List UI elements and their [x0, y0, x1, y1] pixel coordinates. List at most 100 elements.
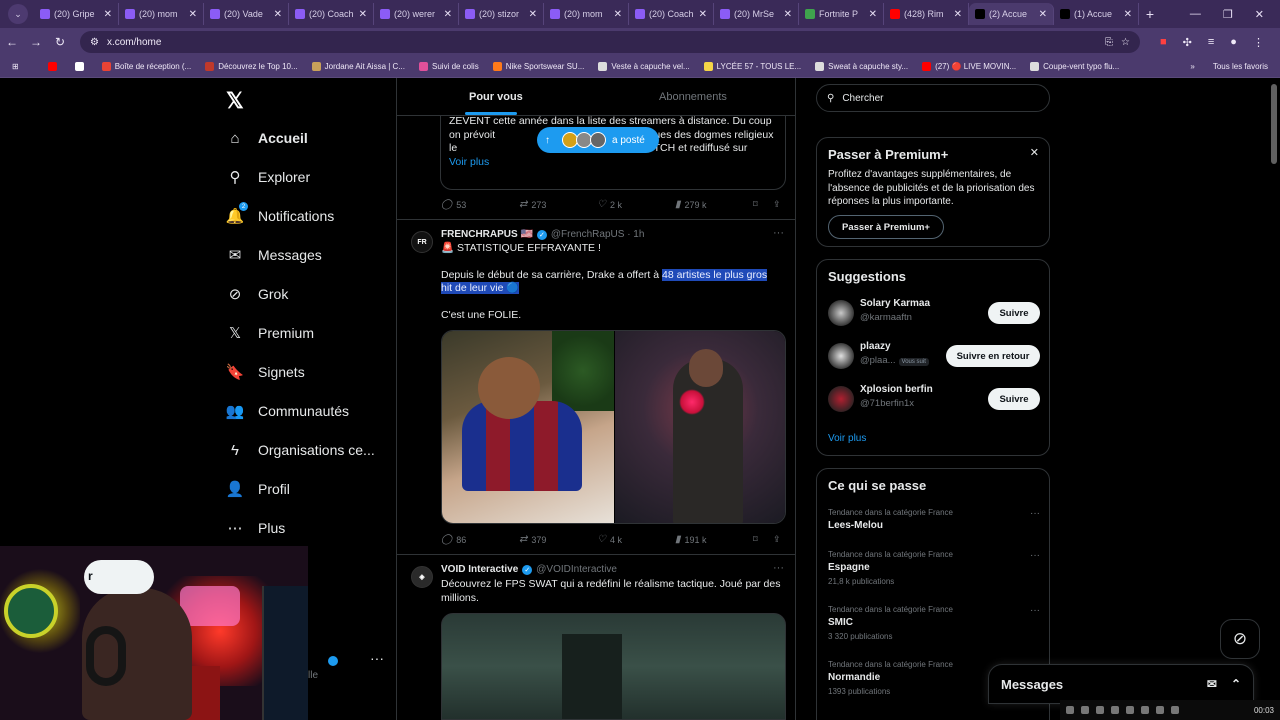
search-box[interactable]: ⚲ Chercher	[816, 84, 1050, 112]
tab-for-you[interactable]: Pour vous	[469, 91, 523, 103]
bookmark-item[interactable]: LYCÉE 57 - TOUS LE...	[699, 62, 806, 71]
browser-tab[interactable]: (20) Coach ✕	[289, 3, 374, 25]
tweet[interactable]: FR FRENCHRAPUS 🇺🇸 ✓ @FrenchRapUS · 1h ··…	[397, 219, 795, 553]
scrollbar[interactable]	[1271, 84, 1277, 164]
x-logo-icon[interactable]: 𝕏	[226, 88, 244, 114]
suggestion-name[interactable]: plaazy	[860, 341, 891, 352]
more-options-icon[interactable]: ···	[773, 227, 784, 239]
author-name[interactable]: FRENCHRAPUS 🇺🇸	[441, 229, 533, 240]
tray-icon[interactable]	[1171, 706, 1179, 714]
grok-fab-icon[interactable]: ⊘	[1220, 619, 1260, 659]
back-arrow-icon[interactable]: ←	[0, 35, 24, 49]
bookmark-item[interactable]: Suivi de colis	[414, 62, 484, 71]
post-button[interactable]: r	[84, 560, 154, 594]
more-options-icon[interactable]: ···	[1030, 605, 1040, 616]
browser-tab[interactable]: (1) Accue ✕	[1054, 3, 1139, 25]
extension-red-icon[interactable]: ■	[1160, 36, 1167, 49]
browser-tab[interactable]: (20) stizor ✕	[459, 3, 544, 25]
close-tab-icon[interactable]: ✕	[529, 9, 537, 20]
tray-icon[interactable]	[1081, 706, 1089, 714]
minimize-button[interactable]: —	[1190, 8, 1201, 21]
more-options-icon[interactable]: ···	[1030, 550, 1040, 561]
bookmark-item[interactable]: Coupe-vent typo flu...	[1025, 62, 1124, 71]
bookmark-icon[interactable]: ⌑	[753, 534, 758, 545]
bookmark-item[interactable]: Nike Sportswear SU...	[488, 62, 590, 71]
reload-icon[interactable]: ↻	[48, 35, 72, 49]
forward-arrow-icon[interactable]: →	[24, 35, 48, 49]
more-options-icon[interactable]: ···	[370, 650, 384, 666]
like-button[interactable]: ♡ 2 k	[597, 199, 622, 210]
menu-dots-icon[interactable]: ⋮	[1253, 36, 1264, 49]
author-name[interactable]: VOID Interactive	[441, 564, 518, 575]
premium-button[interactable]: Passer à Premium+	[828, 215, 944, 239]
nav-item-explorer[interactable]: ⚲ Explorer	[226, 168, 311, 186]
close-window-button[interactable]: ✕	[1255, 8, 1264, 21]
suggestion-row[interactable]: plaazy @plaa... Vous suit Suivre en retou…	[828, 341, 1040, 371]
url-text[interactable]: x.com/home	[107, 37, 1097, 48]
avatar[interactable]: ◈	[411, 566, 433, 588]
suggestion-row[interactable]: Xplosion berfin @71berfin1x Suivre	[828, 384, 1040, 414]
share-icon[interactable]: ⇪	[773, 534, 781, 545]
tray-icon[interactable]	[1141, 706, 1149, 714]
media-image-right[interactable]	[615, 331, 785, 523]
media-image-left[interactable]	[442, 331, 614, 523]
close-tab-icon[interactable]: ✕	[784, 9, 792, 20]
follow-button[interactable]: Suivre en retour	[946, 345, 1040, 367]
messages-drawer[interactable]: Messages ✉ ⌃	[988, 664, 1254, 704]
close-tab-icon[interactable]: ✕	[869, 9, 877, 20]
browser-tab[interactable]: (20) Vade ✕	[204, 3, 289, 25]
suggestion-name[interactable]: Solary Karmaa	[860, 298, 930, 309]
tab-following[interactable]: Abonnements	[659, 91, 727, 103]
nav-item-premium[interactable]: 𝕏 Premium	[226, 324, 314, 342]
close-tab-icon[interactable]: ✕	[104, 9, 112, 20]
close-tab-icon[interactable]: ✕	[699, 9, 707, 20]
tray-icon[interactable]	[1156, 706, 1164, 714]
bookmark-icon[interactable]: ⌑	[753, 199, 758, 210]
browser-tab[interactable]: (20) Gripe ✕	[34, 3, 119, 25]
reply-button[interactable]: ◯ 53	[441, 199, 466, 210]
close-tab-icon[interactable]: ✕	[189, 9, 197, 20]
install-app-icon[interactable]: ⎘	[1105, 37, 1113, 48]
apps-grid-icon[interactable]: ⊞	[12, 62, 19, 71]
see-more-link[interactable]: Voir plus	[828, 433, 866, 444]
tab-search-chevron-icon[interactable]: ⌄	[8, 4, 28, 24]
nav-item-accueil[interactable]: ⌂ Accueil	[226, 129, 307, 147]
expand-chevron-icon[interactable]: ⌃	[1231, 677, 1241, 691]
follow-button[interactable]: Suivre	[988, 302, 1040, 324]
extensions-icon[interactable]: ✣	[1183, 36, 1192, 49]
bookmark-item[interactable]: Sweat à capuche sty...	[810, 62, 913, 71]
nav-item-organisations-ce[interactable]: ϟ Organisations ce...	[226, 441, 375, 459]
restore-button[interactable]: ❐	[1223, 8, 1233, 21]
nav-item-messages[interactable]: ✉ Messages	[226, 246, 322, 264]
account-switcher[interactable]: ··· lle	[308, 636, 390, 720]
avatar[interactable]	[828, 300, 854, 326]
bookmark-item[interactable]	[70, 62, 93, 71]
new-message-icon[interactable]: ✉	[1207, 677, 1217, 691]
repost-button[interactable]: ⇄ 273	[519, 199, 546, 210]
media-icon[interactable]: ≡	[1208, 36, 1214, 49]
close-tab-icon[interactable]: ✕	[359, 9, 367, 20]
tweet-media-video[interactable]	[441, 613, 786, 720]
browser-tab[interactable]: (20) mom ✕	[119, 3, 204, 25]
author-handle[interactable]: @FrenchRapUS · 1h	[551, 229, 645, 240]
nav-item-signets[interactable]: 🔖 Signets	[226, 363, 305, 381]
more-options-icon[interactable]: ···	[773, 562, 784, 574]
bookmark-item[interactable]: (27) 🔴 LIVE MOVIN...	[917, 62, 1021, 71]
browser-tab[interactable]: (20) MrSe ✕	[714, 3, 799, 25]
new-posts-pill[interactable]: ↑ a posté	[537, 127, 659, 153]
browser-tab[interactable]: Fortnite P ✕	[799, 3, 884, 25]
close-tab-icon[interactable]: ✕	[1124, 9, 1132, 20]
profile-avatar-icon[interactable]: ●	[1230, 36, 1237, 49]
browser-tab[interactable]: (428) Rim ✕	[884, 3, 969, 25]
close-tab-icon[interactable]: ✕	[1039, 9, 1047, 20]
close-icon[interactable]: ✕	[1030, 146, 1039, 159]
avatar[interactable]: FR	[411, 231, 433, 253]
tweet-media[interactable]	[441, 330, 786, 524]
trend-item[interactable]: Tendance dans la catégorie France SMIC 3…	[828, 605, 1040, 641]
browser-tab[interactable]: (20) mom ✕	[544, 3, 629, 25]
bookmark-item[interactable]: Boîte de réception (...	[97, 62, 197, 71]
close-tab-icon[interactable]: ✕	[444, 9, 452, 20]
browser-tab[interactable]: (20) werer ✕	[374, 3, 459, 25]
nav-item-plus[interactable]: ⋯ Plus	[226, 519, 286, 537]
more-options-icon[interactable]: ···	[1030, 508, 1040, 519]
